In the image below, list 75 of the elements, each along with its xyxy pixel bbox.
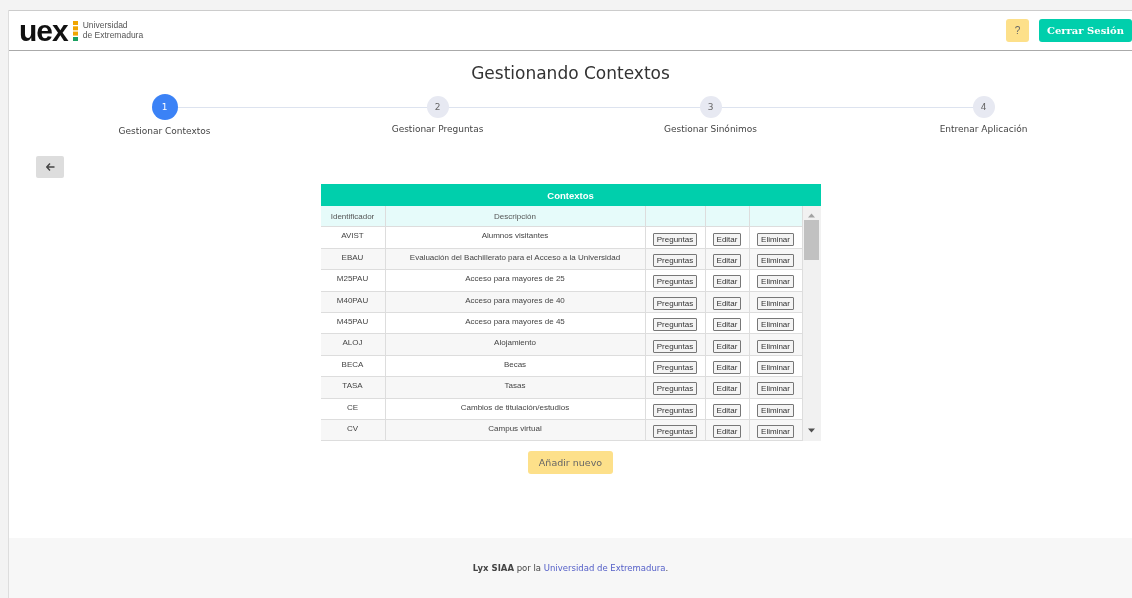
delete-button[interactable]: Eliminar (757, 253, 794, 267)
edit-button[interactable]: Editar (712, 425, 742, 439)
table-cell: Evaluación del Bachillerato para el Acceso a la Universidad (385, 248, 646, 271)
back-button[interactable] (36, 156, 64, 178)
step-circle[interactable]: 2 (426, 96, 449, 118)
table-cell: EBAU (320, 248, 386, 271)
edit-button[interactable]: Editar (712, 275, 742, 289)
footer-text: Lyx SIAA por la Universidad de Extremadura. (472, 563, 669, 573)
delete-button[interactable]: Eliminar (757, 403, 794, 417)
questions-button[interactable]: Preguntas (652, 360, 698, 374)
step-label: Gestionar Preguntas (391, 124, 484, 134)
table-cell: Acceso para mayores de 45 (385, 312, 646, 335)
table-cell: Campus virtual (385, 419, 646, 442)
questions-button[interactable]: Preguntas (652, 403, 698, 417)
scroll-down-icon[interactable] (807, 428, 816, 434)
logo-text: Universidad (82, 20, 129, 31)
delete-button[interactable]: Eliminar (757, 382, 794, 396)
table-cell: Tasas (385, 377, 646, 399)
university-link[interactable]: Universidad de Extremadura (543, 563, 666, 573)
step-label: Entrenar Aplicación (939, 124, 1028, 134)
delete-button[interactable]: Eliminar (757, 296, 794, 310)
page-title: Gestionando Contextos (470, 63, 671, 83)
edit-button[interactable]: Editar (712, 232, 742, 246)
step-circle[interactable]: 3 (699, 96, 722, 118)
questions-button[interactable]: Preguntas (652, 318, 698, 332)
questions-button[interactable]: Preguntas (652, 275, 698, 289)
table-cell: M25PAU (320, 270, 386, 292)
delete-button[interactable]: Eliminar (757, 339, 794, 353)
table-cell: Acceso para mayores de 40 (385, 291, 646, 313)
step-label: Gestionar Contextos (118, 126, 211, 136)
table-cell: AVIST (320, 227, 386, 249)
scroll-thumb[interactable] (804, 220, 819, 260)
delete-button[interactable]: Eliminar (757, 318, 794, 332)
questions-button[interactable]: Preguntas (652, 339, 698, 353)
table-title: Contextos (320, 184, 821, 206)
edit-button[interactable]: Editar (712, 253, 742, 267)
delete-button[interactable]: Eliminar (757, 232, 794, 246)
scroll-up-icon[interactable] (807, 213, 816, 218)
delete-button[interactable]: Eliminar (757, 360, 794, 374)
step-circle[interactable]: 1 (151, 94, 178, 120)
logo-mark: uex (19, 15, 68, 46)
edit-button[interactable]: Editar (712, 403, 742, 417)
table-cell: CE (320, 398, 386, 420)
edit-button[interactable]: Editar (712, 382, 742, 396)
table-cell: TASA (320, 377, 386, 399)
table-cell: BECA (320, 355, 386, 378)
questions-button[interactable]: Preguntas (652, 382, 698, 396)
table-cell: Alojamiento (385, 334, 646, 356)
step-circle[interactable]: 4 (972, 96, 995, 118)
edit-button[interactable]: Editar (712, 296, 742, 310)
questions-button[interactable]: Preguntas (652, 253, 698, 267)
edit-button[interactable]: Editar (712, 339, 742, 353)
edit-button[interactable]: Editar (712, 360, 742, 374)
questions-button[interactable]: Preguntas (652, 296, 698, 310)
table-cell: M40PAU (320, 291, 386, 313)
back-arrow-icon (45, 163, 55, 171)
dots-icon (72, 20, 78, 41)
table-cell: M45PAU (320, 312, 386, 335)
edit-button[interactable]: Editar (712, 318, 742, 332)
table-cell: Alumnos visitantes (385, 227, 646, 249)
logo-text: de Extremadura (82, 30, 144, 41)
delete-button[interactable]: Eliminar (757, 425, 794, 439)
column-header: Identificador (320, 206, 386, 228)
column-header: Descripción (385, 206, 646, 228)
table-cell: Cambios de titulación/estudios (385, 398, 646, 420)
step-label: Gestionar Sinónimos (663, 124, 758, 134)
delete-button[interactable]: Eliminar (757, 275, 794, 289)
add-new-button[interactable]: Añadir nuevo (527, 451, 614, 475)
table-cell: ALOJ (320, 334, 386, 356)
table-cell: Becas (385, 355, 646, 378)
questions-button[interactable]: Preguntas (652, 232, 698, 246)
table-cell: Acceso para mayores de 25 (385, 270, 646, 292)
questions-button[interactable]: Preguntas (652, 425, 698, 439)
table-cell: CV (320, 419, 386, 442)
help-button[interactable]: ? (1005, 19, 1029, 42)
